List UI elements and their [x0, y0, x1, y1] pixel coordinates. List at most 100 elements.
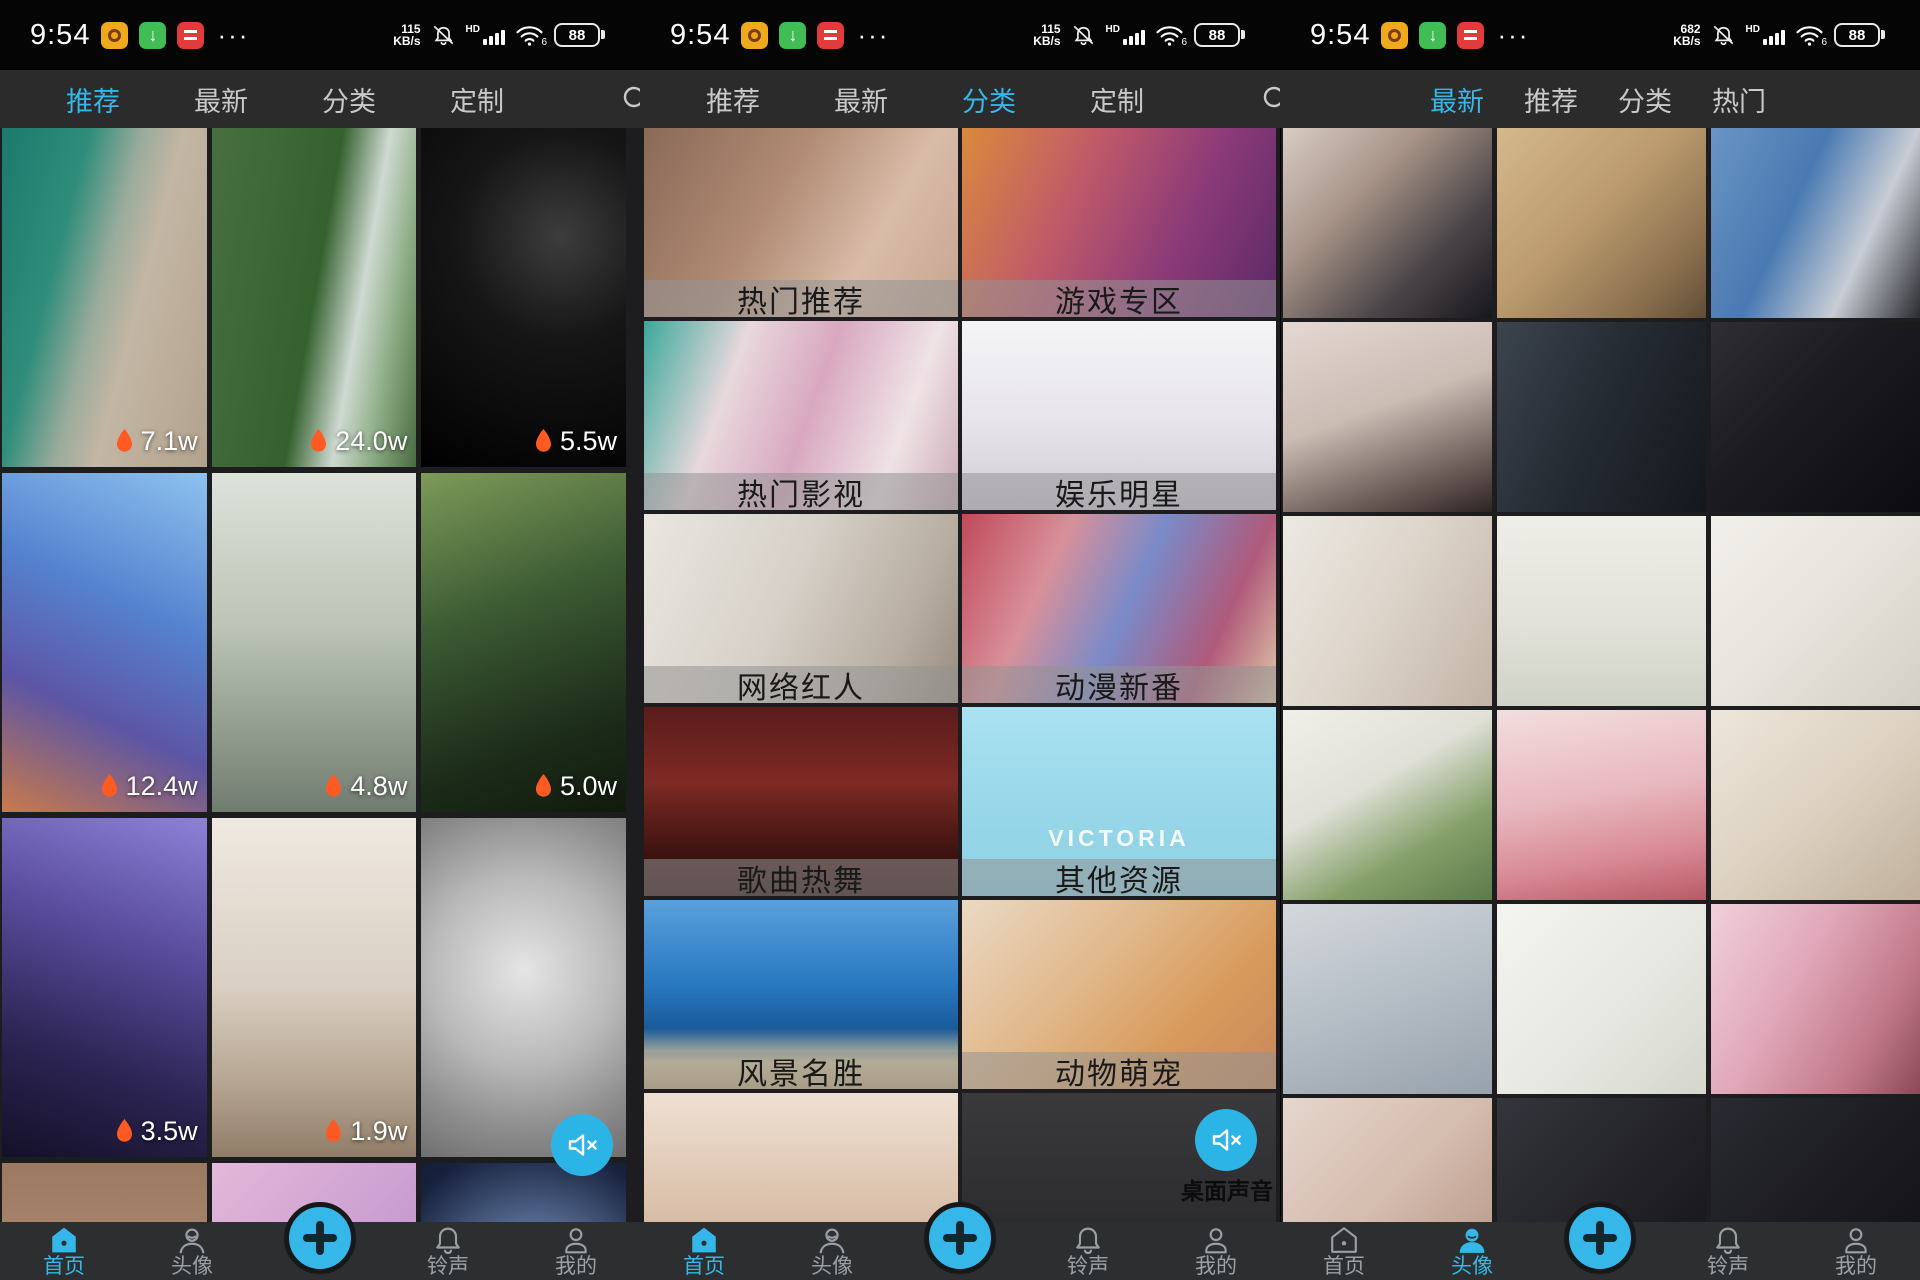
wallpaper-tile[interactable]: 4.8w	[212, 473, 417, 812]
tab-newest[interactable]: 最新	[834, 80, 888, 119]
nav-label: 铃声	[1067, 1255, 1109, 1278]
network-speed-indicator: 682KB/s	[1673, 23, 1700, 47]
wallpaper-tile[interactable]: 12.4w	[2, 473, 207, 812]
tab-newest[interactable]: 最新	[194, 80, 248, 119]
wifi-icon: 6	[515, 24, 544, 47]
wifi-gen-label: 6	[1181, 37, 1187, 48]
category-tile[interactable]: VICTORIA其他资源	[962, 707, 1276, 896]
wallpaper-tile[interactable]: 1.9w	[212, 818, 417, 1157]
avatar-tile[interactable]	[1711, 322, 1920, 512]
nav-home[interactable]: 首页	[640, 1222, 768, 1280]
nav-ringtone[interactable]: 铃声	[384, 1222, 512, 1280]
category-tile[interactable]: 动物萌宠	[962, 900, 1276, 1089]
category-tile[interactable]: 热门影视	[644, 321, 958, 510]
tab-recommend[interactable]: 推荐	[706, 80, 760, 119]
nav-avatar[interactable]: 头像	[1408, 1222, 1536, 1280]
avatar-tile[interactable]	[1497, 516, 1706, 706]
category-label: 动物萌宠	[962, 1052, 1276, 1089]
avatar-tile[interactable]	[1283, 128, 1492, 318]
nav-label: 头像	[811, 1255, 853, 1278]
category-tile[interactable]: 游戏专区	[962, 128, 1276, 317]
home-icon	[49, 1225, 79, 1255]
tab-category[interactable]: 分类	[962, 80, 1016, 119]
nav-ringtone[interactable]: 铃声	[1024, 1222, 1152, 1280]
category-tile[interactable]: 娱乐明星	[962, 321, 1276, 510]
wallpaper-tile[interactable]	[2, 1163, 207, 1222]
avatar-tile[interactable]	[1497, 128, 1706, 318]
nav-mine[interactable]: 我的	[1152, 1222, 1280, 1280]
avatar-tile[interactable]	[1283, 516, 1492, 706]
ringtone-icon	[1713, 1225, 1743, 1255]
avatar-tile[interactable]	[1497, 322, 1706, 512]
content-scroll-area[interactable]: 7.1w24.0w5.5w 12.4w 4.8w 5.0w 3.5w 1.9w	[0, 128, 640, 1222]
category-tile[interactable]: 歌曲热舞	[644, 707, 958, 896]
search-icon[interactable]	[1260, 83, 1280, 115]
avatar-tile[interactable]	[1711, 904, 1920, 1094]
category-tile[interactable]: 热门推荐	[644, 128, 958, 317]
avatar-tile[interactable]	[1283, 1098, 1492, 1222]
heat-count: 4.8w	[350, 771, 407, 802]
nav-label: 我的	[1835, 1255, 1877, 1278]
wallpaper-tile[interactable]: 24.0w	[212, 128, 417, 467]
network-speed-indicator: 115KB/s	[393, 23, 420, 47]
tab-custom[interactable]: 定制	[1090, 80, 1144, 119]
category-tile[interactable]: 风景名胜	[644, 900, 958, 1089]
avatar-tile[interactable]	[1283, 322, 1492, 512]
category-tile[interactable]: 网络红人	[644, 514, 958, 703]
tab-category[interactable]: 分类	[322, 80, 376, 119]
notification-app-icon-red	[817, 22, 844, 49]
desktop-sound-mute-button[interactable]	[551, 1114, 613, 1176]
nav-label: 首页	[683, 1255, 725, 1278]
tab-recommend[interactable]: 推荐	[66, 80, 120, 119]
tab-hot[interactable]: 热门	[1712, 80, 1766, 119]
avatar-tile[interactable]	[1711, 1098, 1920, 1222]
heat-count-badge: 3.5w	[115, 1116, 198, 1147]
avatar-tile[interactable]	[1283, 904, 1492, 1094]
wallpaper-tile[interactable]: 7.1w	[2, 128, 207, 467]
avatar-tile[interactable]	[1283, 710, 1492, 900]
status-bar: 9:54 ↓ ··· 682KB/s HD 6 88	[1280, 0, 1920, 70]
content-scroll-area[interactable]	[1280, 128, 1920, 1222]
avatar-tile[interactable]	[1497, 710, 1706, 900]
avatar-tile[interactable]	[1711, 516, 1920, 706]
tab-newest[interactable]: 最新	[1430, 80, 1484, 119]
tab-label: 分类	[322, 87, 376, 117]
download-notification-icon: ↓	[139, 22, 166, 49]
nav-mine[interactable]: 我的	[512, 1222, 640, 1280]
wallpaper-tile[interactable]: 5.5w	[421, 128, 626, 467]
app-logo-ring	[108, 29, 121, 42]
tab-custom[interactable]: 定制	[450, 80, 504, 119]
nav-label: 头像	[1451, 1255, 1493, 1278]
tile-overlay-text: VICTORIA	[962, 825, 1276, 852]
app-logo-ring	[748, 29, 761, 42]
nav-label: 头像	[171, 1255, 213, 1278]
search-icon[interactable]	[620, 83, 640, 115]
nav-avatar[interactable]: 头像	[128, 1222, 256, 1280]
wallpaper-tile[interactable]: 3.5w	[2, 818, 207, 1157]
wallpaper-tile[interactable]	[421, 818, 626, 1157]
content-scroll-area[interactable]: 热门推荐游戏专区热门影视娱乐明星网络红人动漫新番歌曲热舞VICTORIA其他资源…	[640, 128, 1280, 1222]
avatar-tile[interactable]	[1497, 904, 1706, 1094]
add-button[interactable]	[284, 1202, 356, 1274]
add-button[interactable]	[1564, 1202, 1636, 1274]
avatar-tile[interactable]	[1711, 128, 1920, 318]
tile-grid: 热门推荐游戏专区热门影视娱乐明星网络红人动漫新番歌曲热舞VICTORIA其他资源…	[644, 128, 1276, 1222]
category-label: 娱乐明星	[962, 473, 1276, 510]
nav-ringtone[interactable]: 铃声	[1664, 1222, 1792, 1280]
nav-home[interactable]: 首页	[1280, 1222, 1408, 1280]
category-tile[interactable]: 动漫新番	[962, 514, 1276, 703]
add-button[interactable]	[924, 1202, 996, 1274]
download-notification-icon: ↓	[1419, 22, 1446, 49]
desktop-sound-mute-button[interactable]	[1195, 1109, 1257, 1171]
avatar-tile[interactable]	[1711, 710, 1920, 900]
nav-home[interactable]: 首页	[0, 1222, 128, 1280]
tab-label: 最新	[1430, 87, 1484, 117]
nav-mine[interactable]: 我的	[1792, 1222, 1920, 1280]
category-tile[interactable]	[644, 1093, 958, 1222]
category-label: 动漫新番	[962, 666, 1276, 703]
nav-avatar[interactable]: 头像	[768, 1222, 896, 1280]
tab-recommend[interactable]: 推荐	[1524, 80, 1578, 119]
tab-category[interactable]: 分类	[1618, 80, 1672, 119]
battery-indicator: 88	[1834, 23, 1880, 47]
wallpaper-tile[interactable]: 5.0w	[421, 473, 626, 812]
